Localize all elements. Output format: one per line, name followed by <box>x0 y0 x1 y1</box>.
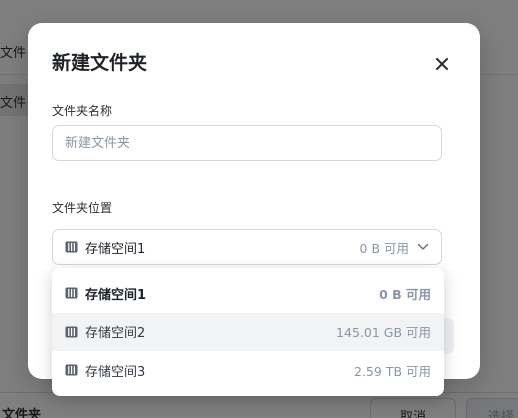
storage-dropdown: 存储空间1 0 B 可用 存储空间2 145.01 GB 可用 存储空间3 2.… <box>52 268 444 396</box>
dropdown-item-available: 2.59 TB 可用 <box>354 363 431 379</box>
dialog-title: 新建文件夹 <box>52 52 148 74</box>
folder-location-select[interactable]: 存储空间1 0 B 可用 <box>52 229 442 265</box>
dropdown-item-storage-2[interactable]: 存储空间2 145.01 GB 可用 <box>52 312 444 351</box>
selected-storage-name: 存储空间1 <box>85 241 146 257</box>
dropdown-item-available: 145.01 GB 可用 <box>336 325 431 341</box>
folder-name-input[interactable] <box>52 125 442 161</box>
dropdown-item-name: 存储空间3 <box>85 364 146 380</box>
folder-name-label: 文件夹名称 <box>52 104 113 118</box>
storage-icon <box>65 241 78 253</box>
dropdown-item-storage-3[interactable]: 存储空间3 2.59 TB 可用 <box>52 351 444 390</box>
storage-icon <box>65 326 78 338</box>
close-button[interactable] <box>428 50 456 78</box>
chevron-down-icon <box>417 243 429 251</box>
storage-icon <box>65 364 78 376</box>
dropdown-item-name: 存储空间2 <box>85 326 146 342</box>
folder-location-label: 文件夹位置 <box>52 201 113 215</box>
selected-storage-available: 0 B 可用 <box>359 240 409 256</box>
dropdown-item-name: 存储空间1 <box>85 287 147 303</box>
dropdown-item-available: 0 B 可用 <box>379 286 431 302</box>
storage-icon <box>65 287 78 299</box>
dropdown-item-storage-1[interactable]: 存储空间1 0 B 可用 <box>52 274 444 313</box>
close-icon <box>436 58 448 70</box>
